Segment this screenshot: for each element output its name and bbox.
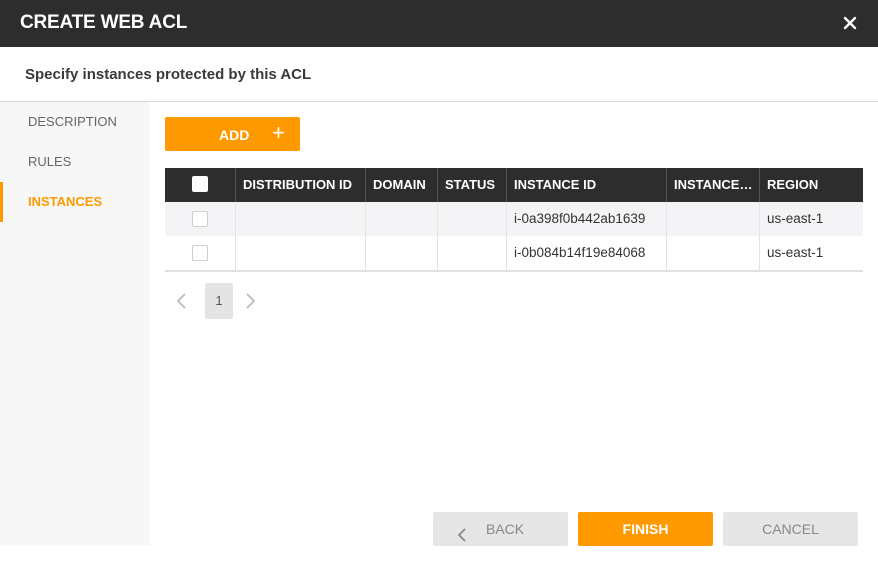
- add-button-label: ADD: [219, 127, 250, 143]
- row-select-cell: [165, 236, 236, 270]
- column-header-instance-id[interactable]: INSTANCE ID: [507, 168, 667, 202]
- close-icon[interactable]: [840, 13, 860, 33]
- cell-domain: [366, 202, 438, 236]
- chevron-right-icon[interactable]: [241, 291, 259, 311]
- cell-instance-id: i-0b084b14f19e84068: [507, 236, 667, 270]
- cell-status: [438, 236, 507, 270]
- cancel-button[interactable]: CANCEL: [723, 512, 858, 546]
- sidebar-item-description[interactable]: DESCRIPTION: [0, 102, 150, 142]
- cell-domain: [366, 236, 438, 270]
- row-select-cell: [165, 202, 236, 236]
- cell-distribution-id: [236, 202, 366, 236]
- plus-icon: +: [272, 120, 285, 145]
- column-header-region[interactable]: REGION: [760, 168, 863, 202]
- instances-table: DISTRIBUTION ID DOMAIN STATUS INSTANCE I…: [165, 168, 863, 272]
- cell-region: us-east-1: [767, 211, 824, 226]
- chevron-left-icon[interactable]: [173, 291, 191, 311]
- cell-instance-name: [667, 202, 760, 236]
- select-all-checkbox[interactable]: [192, 176, 208, 192]
- cell-region: us-east-1: [767, 245, 824, 260]
- column-header-distribution-id[interactable]: DISTRIBUTION ID: [236, 168, 366, 202]
- cell-instance-name: [667, 236, 760, 270]
- table-header: DISTRIBUTION ID DOMAIN STATUS INSTANCE I…: [165, 168, 863, 202]
- table-row[interactable]: i-0b084b14f19e84068 us-east-1: [165, 236, 863, 270]
- row-checkbox[interactable]: [192, 211, 208, 227]
- chevron-left-icon: [457, 521, 467, 542]
- cell-instance-id: i-0a398f0b442ab1639: [507, 202, 667, 236]
- finish-button[interactable]: FINISH: [578, 512, 713, 546]
- dialog-title: CREATE WEB ACL: [20, 12, 188, 33]
- sidebar-item-instances[interactable]: INSTANCES: [0, 182, 150, 222]
- column-header-domain[interactable]: DOMAIN: [366, 168, 438, 202]
- select-all-cell: [165, 168, 236, 202]
- table-row[interactable]: i-0a398f0b442ab1639 us-east-1: [165, 202, 863, 236]
- cell-distribution-id: [236, 236, 366, 270]
- page-button-current[interactable]: 1: [205, 283, 233, 319]
- sidebar-item-rules[interactable]: RULES: [0, 142, 150, 182]
- wizard-steps-sidebar: DESCRIPTION RULES INSTANCES: [0, 102, 150, 545]
- column-header-status[interactable]: STATUS: [438, 168, 507, 202]
- column-header-instance-name[interactable]: INSTANCE…: [667, 168, 760, 202]
- step-subtitle: Specify instances protected by this ACL: [25, 66, 312, 83]
- back-button[interactable]: BACK: [433, 512, 568, 546]
- table-body: i-0a398f0b442ab1639 us-east-1 i-0b084b14…: [165, 202, 863, 270]
- subtitle-bar: Specify instances protected by this ACL: [0, 47, 878, 102]
- row-checkbox[interactable]: [192, 245, 208, 261]
- add-button[interactable]: ADD +: [165, 117, 300, 151]
- back-button-label: BACK: [486, 521, 525, 537]
- dialog-header: CREATE WEB ACL: [0, 0, 878, 47]
- cell-status: [438, 202, 507, 236]
